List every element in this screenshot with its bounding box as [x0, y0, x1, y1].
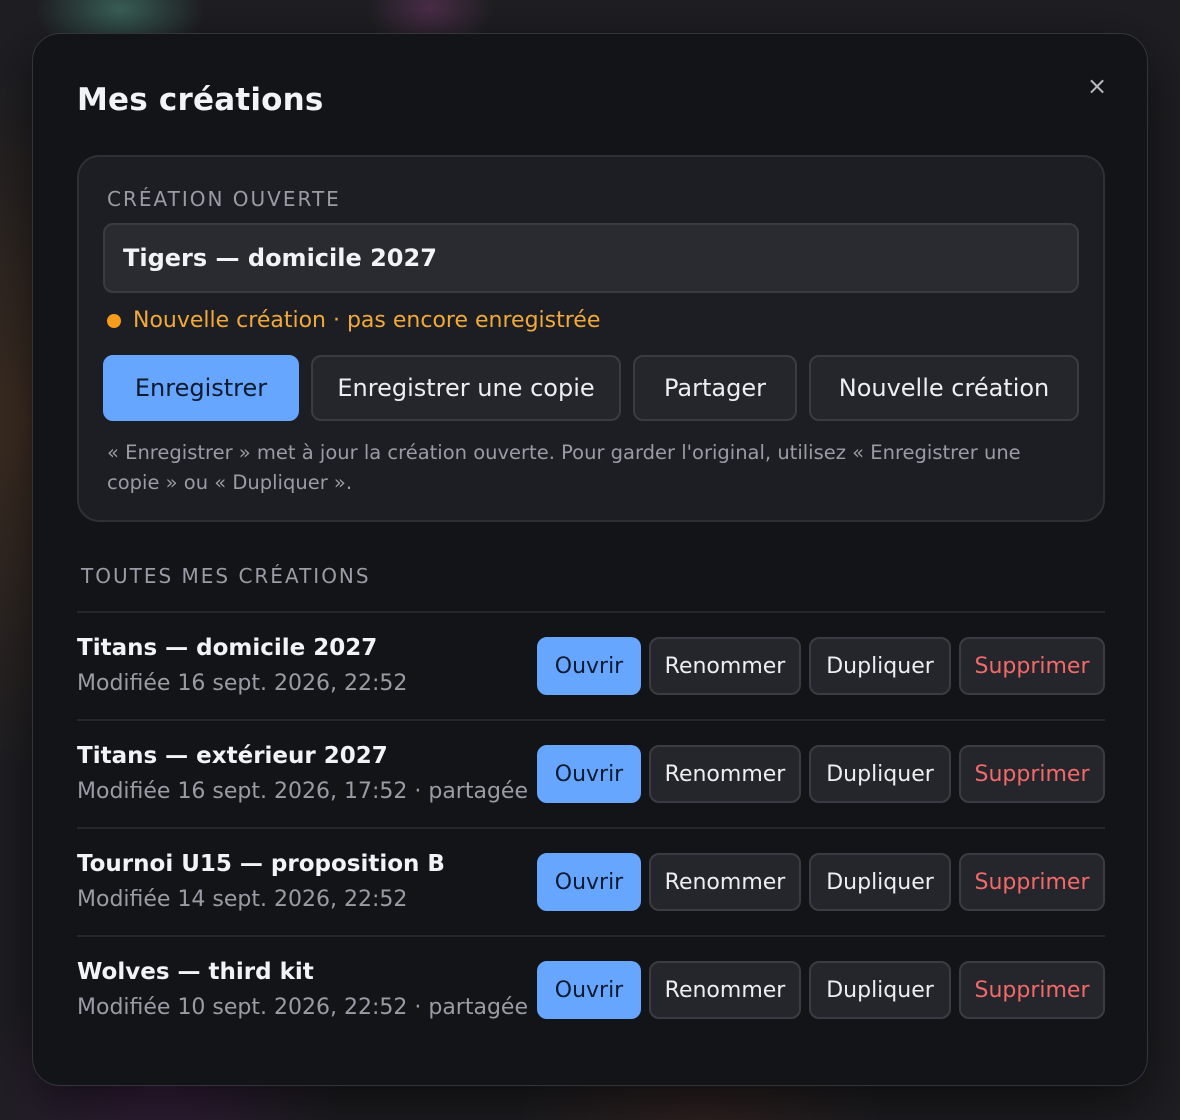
all-creations-label: TOUTES MES CRÉATIONS	[81, 564, 371, 588]
current-creation-panel: CRÉATION OUVERTE Nouvelle création · pas…	[77, 155, 1105, 522]
dialog-title: Mes créations	[77, 82, 324, 118]
rename-button[interactable]: Renommer	[649, 853, 801, 911]
save-status-text: Nouvelle création · pas encore enregistr…	[133, 308, 601, 333]
delete-button[interactable]: Supprimer	[959, 637, 1105, 695]
creations-dialog: Mes créations × CRÉATION OUVERTE Nouvell…	[32, 33, 1148, 1086]
list-item: Wolves — third kit Modifiée 10 sept. 202…	[77, 935, 1105, 1043]
rename-button[interactable]: Renommer	[649, 961, 801, 1019]
status-dot-icon	[107, 313, 121, 328]
creation-meta: Modifiée 14 sept. 2026, 22:52	[77, 887, 408, 912]
current-actions: Enregistrer Enregistrer une copie Partag…	[103, 355, 1079, 421]
delete-button[interactable]: Supprimer	[959, 961, 1105, 1019]
list-item: Titans — extérieur 2027 Modifiée 16 sept…	[77, 719, 1105, 827]
save-helper-text: « Enregistrer » met à jour la création o…	[107, 441, 1021, 494]
creation-meta: Modifiée 16 sept. 2026, 17:52 · partagée	[77, 779, 528, 804]
list-item: Tournoi U15 — proposition B Modifiée 14 …	[77, 827, 1105, 935]
open-button[interactable]: Ouvrir	[537, 745, 641, 803]
creation-actions: Ouvrir Renommer Dupliquer Supprimer	[537, 745, 1105, 803]
creations-list: Titans — domicile 2027 Modifiée 16 sept.…	[77, 611, 1105, 1043]
creation-meta: Modifiée 10 sept. 2026, 22:52 · partagée	[77, 995, 528, 1020]
save-status: Nouvelle création · pas encore enregistr…	[107, 308, 600, 333]
open-button[interactable]: Ouvrir	[537, 853, 641, 911]
open-button[interactable]: Ouvrir	[537, 637, 641, 695]
delete-button[interactable]: Supprimer	[959, 853, 1105, 911]
creation-title: Tournoi U15 — proposition B	[77, 851, 445, 877]
share-button[interactable]: Partager	[633, 355, 797, 421]
save-button[interactable]: Enregistrer	[103, 355, 299, 421]
close-icon[interactable]: ×	[1081, 70, 1113, 102]
current-creation-label: CRÉATION OUVERTE	[107, 187, 341, 211]
open-button[interactable]: Ouvrir	[537, 961, 641, 1019]
creation-title: Titans — extérieur 2027	[77, 743, 388, 769]
duplicate-button[interactable]: Dupliquer	[809, 853, 951, 911]
creation-actions: Ouvrir Renommer Dupliquer Supprimer	[537, 961, 1105, 1019]
list-item: Titans — domicile 2027 Modifiée 16 sept.…	[77, 611, 1105, 719]
duplicate-button[interactable]: Dupliquer	[809, 745, 951, 803]
duplicate-button[interactable]: Dupliquer	[809, 961, 951, 1019]
creation-title: Wolves — third kit	[77, 959, 314, 985]
delete-button[interactable]: Supprimer	[959, 745, 1105, 803]
new-creation-button[interactable]: Nouvelle création	[809, 355, 1079, 421]
duplicate-button[interactable]: Dupliquer	[809, 637, 951, 695]
creation-actions: Ouvrir Renommer Dupliquer Supprimer	[537, 637, 1105, 695]
creation-title: Titans — domicile 2027	[77, 635, 378, 661]
creation-meta: Modifiée 16 sept. 2026, 22:52	[77, 671, 408, 696]
save-copy-button[interactable]: Enregistrer une copie	[311, 355, 621, 421]
creation-actions: Ouvrir Renommer Dupliquer Supprimer	[537, 853, 1105, 911]
rename-button[interactable]: Renommer	[649, 745, 801, 803]
rename-button[interactable]: Renommer	[649, 637, 801, 695]
creation-name-input[interactable]	[103, 223, 1079, 293]
